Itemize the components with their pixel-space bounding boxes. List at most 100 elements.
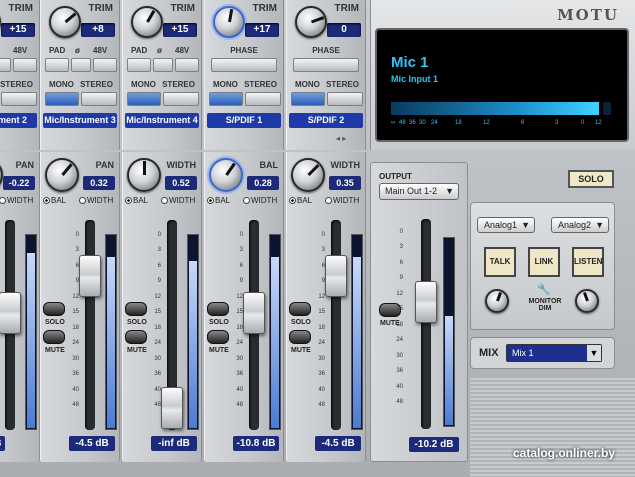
fader-handle[interactable] <box>243 292 265 334</box>
phase-button[interactable] <box>211 58 277 72</box>
talk-button[interactable]: TALK <box>484 247 516 277</box>
mute-button[interactable] <box>289 330 311 344</box>
stereo-button[interactable] <box>245 92 281 106</box>
knob-value: 0.32 <box>83 176 115 190</box>
scale-tick: 12 <box>154 293 161 300</box>
pan-knob[interactable] <box>291 158 325 192</box>
output-fader-handle[interactable] <box>415 281 437 323</box>
scale-tick: 0 <box>157 232 161 238</box>
width-radio[interactable]: WIDTH <box>243 196 277 205</box>
fader-handle[interactable] <box>0 292 21 334</box>
solo-button[interactable] <box>207 302 229 316</box>
stereo-button[interactable] <box>1 92 37 106</box>
display-scale-tick: 48 <box>399 120 406 126</box>
mono-button[interactable] <box>127 92 161 106</box>
width-radio[interactable]: WIDTH <box>161 196 195 205</box>
phase-invert-button[interactable] <box>153 58 173 72</box>
level-meter <box>269 234 281 430</box>
scale-tick: 9 <box>157 278 161 285</box>
monitor-panel: Analog1 ▼ Analog2 ▼ TALK LINK LISTEN 🔧 MON… <box>470 202 615 330</box>
trim-knob[interactable] <box>213 6 245 38</box>
mix-select[interactable]: Mix 1 ▼ <box>506 344 602 362</box>
solo-button[interactable] <box>43 302 65 316</box>
talkback-input-select[interactable]: Analog1 ▼ <box>477 217 535 233</box>
scale-tick: 18 <box>318 324 325 331</box>
width-radio[interactable]: WIDTH <box>0 196 33 205</box>
solo-button[interactable] <box>289 302 311 316</box>
trim-knob[interactable] <box>49 6 81 38</box>
display-meter <box>391 102 599 115</box>
stereo-button[interactable] <box>163 92 199 106</box>
fader-handle[interactable] <box>161 387 183 429</box>
width-radio[interactable]: WIDTH <box>79 196 113 205</box>
width-label: WIDTH <box>333 196 360 205</box>
fader-track[interactable] <box>85 220 95 430</box>
trim-knob[interactable] <box>295 6 327 38</box>
bal-radio[interactable]: BAL <box>125 196 148 205</box>
input-name[interactable]: Mic/Instrument 3 <box>43 113 117 128</box>
chevron-down-icon: ▼ <box>445 186 454 196</box>
fader-handle[interactable] <box>325 255 347 297</box>
output-select[interactable]: Main Out 1-2 ▼ <box>379 183 459 200</box>
scale-tick: 36 <box>236 371 243 378</box>
pan-knob[interactable] <box>45 158 79 192</box>
phantom-48v-button[interactable] <box>93 58 117 72</box>
listen-button[interactable]: LISTEN <box>572 247 604 277</box>
watermark: catalog.onliner.by <box>512 446 615 460</box>
phantom-48v-button[interactable] <box>13 58 37 72</box>
mix-label: MIX <box>479 347 499 359</box>
mono-label: MONO <box>213 80 238 89</box>
stereo-button[interactable] <box>327 92 363 106</box>
scale-tick: 12 <box>236 293 243 300</box>
mute-button[interactable] <box>125 330 147 344</box>
scale-tick: 24 <box>236 340 243 347</box>
fader-handle[interactable] <box>79 255 101 297</box>
chevron-down-icon: ▼ <box>587 345 601 361</box>
phase-invert-button[interactable] <box>71 58 91 72</box>
scale-tick: 3 <box>75 247 79 254</box>
pan-knob[interactable] <box>127 158 161 192</box>
width-radio[interactable]: WIDTH <box>325 196 359 205</box>
phase-button[interactable] <box>293 58 359 72</box>
fader-scale: 0 3 6 9 12 15 18 24 30 36 40 48 <box>147 232 161 408</box>
listenback-level-knob[interactable] <box>575 289 599 313</box>
solo-button[interactable] <box>125 302 147 316</box>
stereo-button[interactable] <box>81 92 117 106</box>
phase-invert-button[interactable] <box>0 58 11 72</box>
mute-button[interactable] <box>207 330 229 344</box>
bal-radio[interactable]: BAL <box>289 196 312 205</box>
input-name[interactable]: Mic/Instrument 4 <box>125 113 199 128</box>
scroll-arrows[interactable]: ◂ ▸ <box>336 134 366 144</box>
fader-db-value: -inf dB <box>151 436 197 451</box>
input-name[interactable]: Instrument 2 <box>0 113 37 128</box>
fader-track[interactable] <box>331 220 341 430</box>
width-label: WIDTH <box>251 196 278 205</box>
scale-tick: 40 <box>72 386 79 393</box>
solo-label: SOLO <box>578 174 604 184</box>
link-button[interactable]: LINK <box>528 247 560 277</box>
input-name[interactable]: S/PDIF 1 <box>207 113 281 128</box>
bal-radio[interactable]: BAL <box>43 196 66 205</box>
scale-tick: 36 <box>318 371 325 378</box>
display-scale: ∞ 48 36 30 24 18 12 6 3 0 12 <box>391 120 613 130</box>
output-fader-track[interactable] <box>421 219 431 429</box>
pad-button[interactable] <box>45 58 69 72</box>
mute-button[interactable] <box>43 330 65 344</box>
listen-label: LISTEN <box>574 257 603 266</box>
talkback-level-knob[interactable] <box>485 289 509 313</box>
listenback-input-select[interactable]: Analog2 ▼ <box>551 217 609 233</box>
trim-knob[interactable] <box>131 6 163 38</box>
pan-knob[interactable] <box>209 158 243 192</box>
phase-label: PHASE <box>312 46 340 55</box>
mono-button[interactable] <box>209 92 243 106</box>
scale-tick: 3 <box>239 247 243 254</box>
bal-radio[interactable]: BAL <box>207 196 230 205</box>
trim-value: +8 <box>81 23 115 37</box>
solo-button[interactable]: SOLO <box>568 170 614 188</box>
mono-button[interactable] <box>45 92 79 106</box>
phantom-48v-button[interactable] <box>175 58 199 72</box>
pad-button[interactable] <box>127 58 151 72</box>
mono-button[interactable] <box>291 92 325 106</box>
input-name[interactable]: S/PDIF 2 <box>289 113 363 128</box>
channel-display: Mic 1 Mic Input 1 ∞ 48 36 30 24 18 12 6 3 0 12 <box>375 28 629 142</box>
